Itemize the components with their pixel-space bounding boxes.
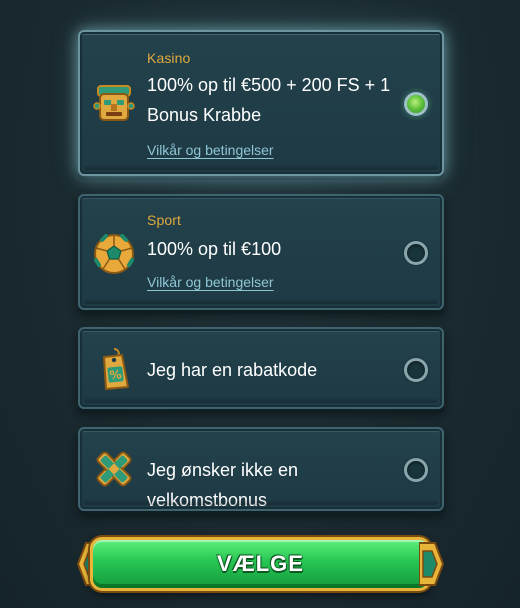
bonus-option-no-bonus[interactable]: Jeg ønsker ikke en velkomstbonus bbox=[78, 427, 444, 511]
option-category: Sport bbox=[147, 212, 181, 228]
select-button-label: VÆLGE bbox=[217, 551, 304, 576]
terms-link[interactable]: Vilkår og betingelser bbox=[147, 274, 274, 290]
select-button-body[interactable]: VÆLGE bbox=[90, 537, 431, 591]
aztec-mask-icon bbox=[92, 82, 136, 126]
football-icon bbox=[92, 232, 136, 276]
no-bonus-cross-icon bbox=[92, 447, 136, 491]
terms-link[interactable]: Vilkår og betingelser bbox=[147, 142, 274, 158]
card-edge bbox=[84, 298, 438, 304]
svg-text:%: % bbox=[109, 367, 122, 382]
bonus-option-casino[interactable]: Kasino 100% op til €500 + 200 FS + 1 Bon… bbox=[78, 30, 444, 176]
discount-tag-icon: % bbox=[92, 347, 136, 391]
option-title: Jeg ønsker ikke en velkomstbonus bbox=[147, 460, 299, 510]
option-title: 100% op til €500 + 200 FS + 1 Bonus Krab… bbox=[147, 75, 391, 125]
bonus-option-sport[interactable]: Sport 100% op til €100 Vilkår og betinge… bbox=[78, 194, 444, 310]
button-right-ornament bbox=[419, 542, 445, 586]
card-edge bbox=[84, 397, 438, 403]
option-category: Kasino bbox=[147, 50, 191, 66]
option-title: Jeg har en rabatkode bbox=[147, 360, 318, 380]
bonus-option-discount-code[interactable]: % Jeg har en rabatkode bbox=[78, 327, 444, 409]
card-edge bbox=[84, 164, 438, 170]
select-button[interactable]: VÆLGE bbox=[76, 533, 445, 595]
option-radio[interactable] bbox=[404, 458, 428, 482]
option-radio[interactable] bbox=[404, 358, 428, 382]
bonus-selection-panel: Kasino 100% op til €500 + 200 FS + 1 Bon… bbox=[0, 0, 520, 608]
option-radio-selected[interactable] bbox=[404, 92, 428, 116]
option-title: 100% op til €100 bbox=[147, 239, 282, 259]
option-radio[interactable] bbox=[404, 241, 428, 265]
